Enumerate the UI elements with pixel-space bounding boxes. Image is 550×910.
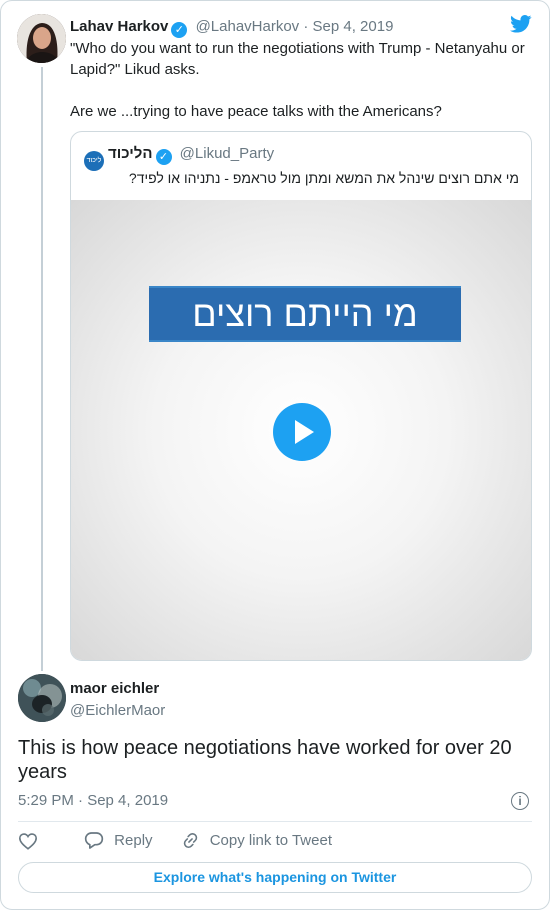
- reply-button-label: Reply: [114, 832, 153, 849]
- verified-icon: ✓: [171, 22, 188, 38]
- reply-header: maor eichler @EichlerMaor: [70, 679, 165, 721]
- reply-icon: [85, 832, 104, 849]
- action-bar: Reply Copy link to Tweet: [18, 831, 356, 854]
- reply-author-avatar[interactable]: [18, 674, 66, 722]
- quoted-author-handle[interactable]: @Likud_Party: [180, 145, 274, 162]
- tweet-date[interactable]: Sep 4, 2019: [313, 18, 394, 35]
- quoted-tweet-text: מי אתם רוצים שינהל את המשא ומתן מול טראמ…: [128, 170, 519, 186]
- quoted-tweet[interactable]: ליכוד הליכוד ✓ @Likud_Party מי אתם רוצים ש…: [70, 131, 532, 661]
- tweet-embed-card: Lahav Harkov ✓ @LahavHarkov · Sep 4, 2019…: [0, 0, 550, 910]
- video-player[interactable]: מי הייתם רוצים: [71, 200, 531, 660]
- author-handle[interactable]: @LahavHarkov: [196, 18, 300, 35]
- thread-line: [41, 67, 43, 671]
- heart-icon: [18, 833, 38, 850]
- twitter-bird-icon[interactable]: [510, 15, 532, 38]
- copy-link-button[interactable]: Copy link to Tweet: [181, 831, 332, 850]
- separator-dot: ·: [303, 18, 309, 35]
- quoted-tweet-header: ליכוד הליכוד ✓ @Likud_Party: [84, 144, 274, 171]
- author-name[interactable]: Lahav Harkov: [70, 18, 168, 35]
- play-icon[interactable]: [273, 403, 331, 461]
- likud-logo-icon: ליכוד: [84, 151, 104, 171]
- like-button[interactable]: [18, 832, 48, 850]
- tweet-text: "Who do you want to run the negotiations…: [70, 38, 540, 122]
- reply-timestamp[interactable]: 5:29 PM · Sep 4, 2019: [18, 792, 168, 809]
- reply-text: This is how peace negotiations have work…: [18, 737, 512, 783]
- author-avatar[interactable]: [17, 14, 66, 63]
- video-banner-text: מי הייתם רוצים: [149, 286, 461, 342]
- quoted-author-name[interactable]: הליכוד: [108, 145, 153, 162]
- copy-link-label: Copy link to Tweet: [209, 832, 332, 849]
- tweet-text-line-2: Are we ...trying to have peace talks wit…: [70, 103, 442, 120]
- verified-icon: ✓: [155, 149, 172, 165]
- reply-author-name[interactable]: maor eichler: [70, 679, 165, 699]
- tweet-text-line-1: "Who do you want to run the negotiations…: [70, 40, 525, 78]
- divider: [18, 821, 532, 822]
- info-icon[interactable]: i: [511, 792, 529, 810]
- tweet-header: Lahav Harkov ✓ @LahavHarkov · Sep 4, 2019: [70, 17, 393, 38]
- link-icon: [183, 832, 197, 849]
- explore-twitter-button[interactable]: Explore what's happening on Twitter: [18, 862, 532, 893]
- reply-button[interactable]: Reply: [84, 831, 153, 850]
- reply-author-handle[interactable]: @EichlerMaor: [70, 701, 165, 721]
